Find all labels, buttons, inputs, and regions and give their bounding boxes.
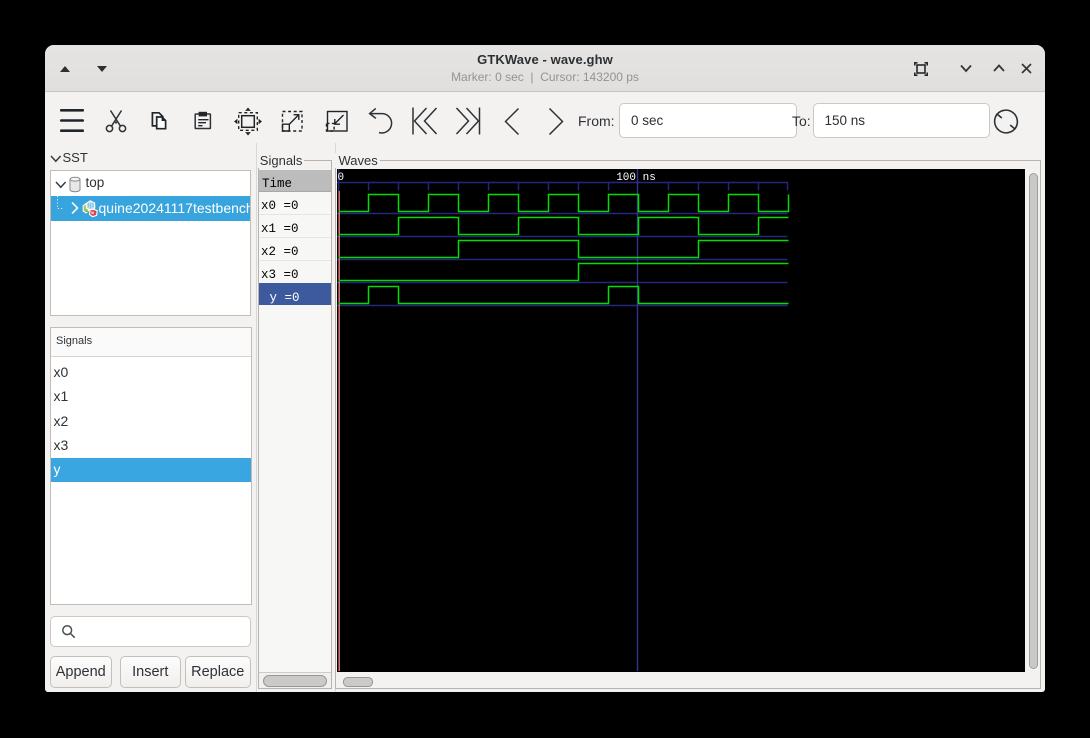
svg-text:0: 0 xyxy=(337,172,344,184)
svg-text:100 ns: 100 ns xyxy=(616,172,656,184)
